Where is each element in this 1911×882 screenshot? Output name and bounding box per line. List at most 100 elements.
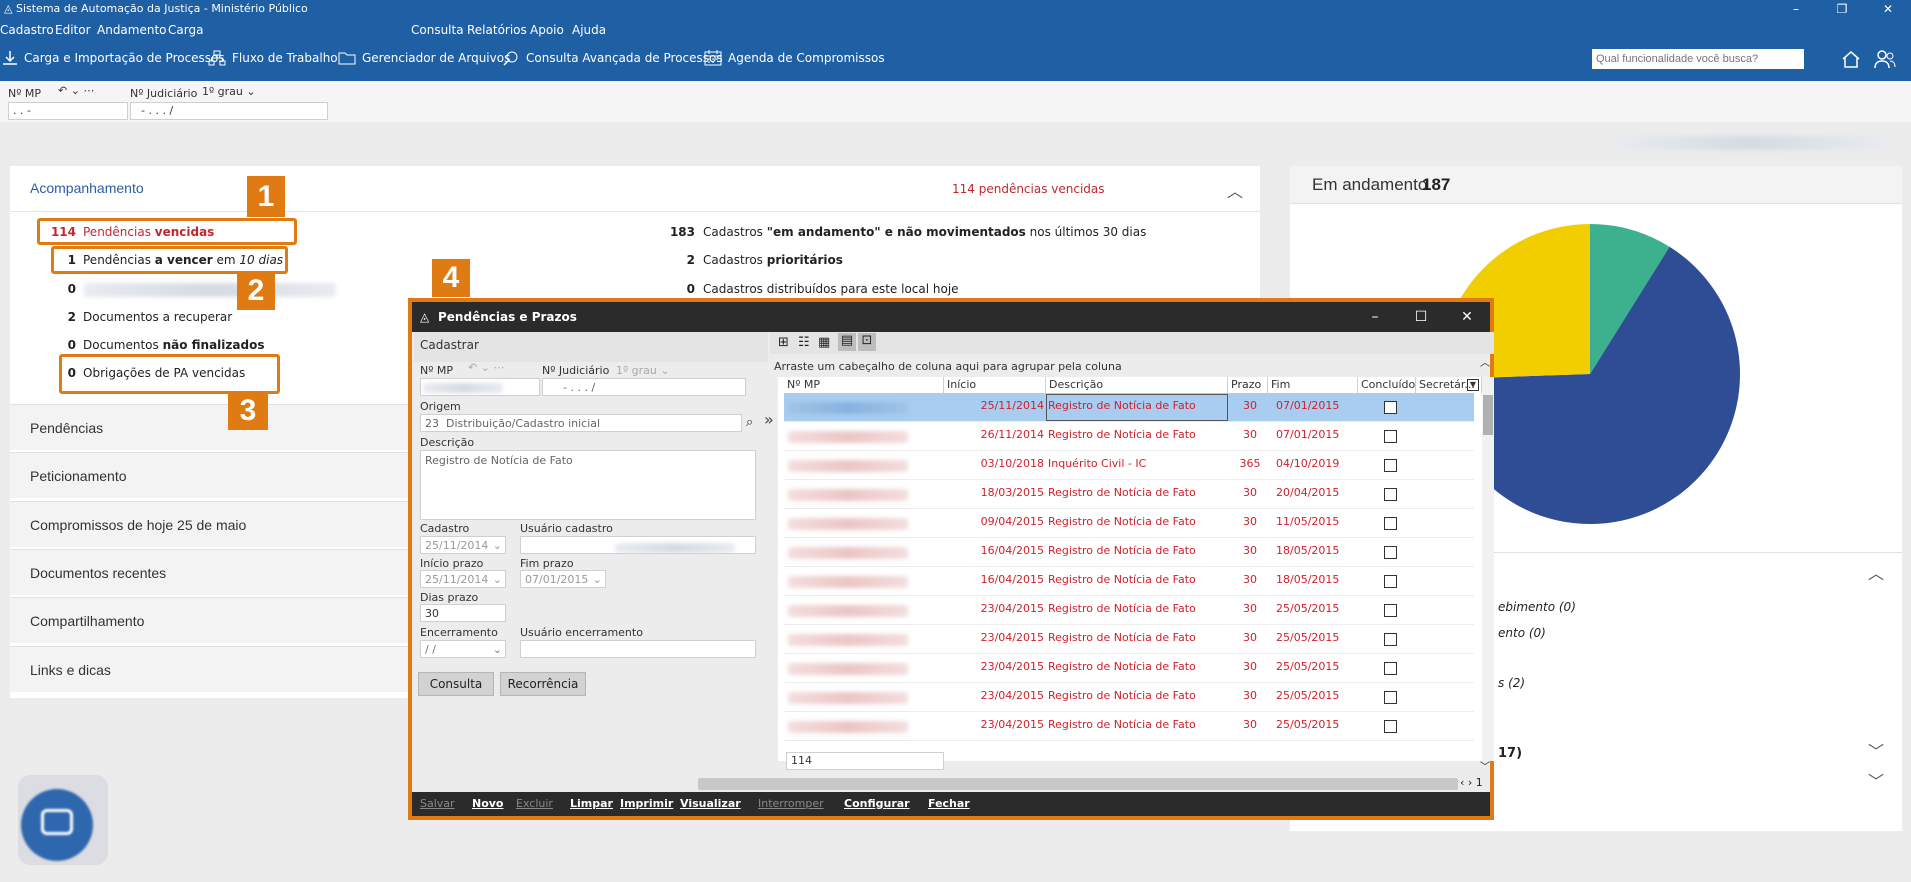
recorrencia-button[interactable]: Recorrência: [500, 672, 586, 696]
close-icon[interactable]: ✕: [1444, 302, 1490, 332]
njud-input[interactable]: - . . . /: [130, 102, 328, 120]
menu-editor[interactable]: Editor: [55, 21, 91, 39]
menu-carga[interactable]: Carga: [168, 21, 203, 39]
chevron-down-icon[interactable]: ﹀: [1868, 738, 1884, 762]
vertical-scrollbar[interactable]: [1482, 377, 1494, 761]
table-row[interactable]: 03/10/2018 Inquérito Civil - IC 365 04/10/2…: [784, 451, 1474, 480]
menu-andamento[interactable]: Andamento: [97, 21, 167, 39]
column-descricao[interactable]: Descrição: [1046, 377, 1228, 393]
minimize-icon[interactable]: –: [1352, 302, 1398, 332]
feature-search-input[interactable]: [1592, 49, 1804, 69]
chevron-up-icon[interactable]: ︿: [1868, 560, 1884, 584]
cadastros-nao-movimentados-link[interactable]: Cadastros "em andamento" e não movimenta…: [703, 225, 1146, 239]
concluido-checkbox[interactable]: [1384, 720, 1397, 733]
grau-select[interactable]: 1º grau ⌄: [202, 85, 256, 98]
footer-configurar-button[interactable]: Configurar: [844, 792, 910, 816]
menu-cadastro[interactable]: Cadastro: [0, 21, 54, 39]
dias-prazo-input[interactable]: 30: [420, 604, 506, 622]
column-nmp[interactable]: Nº MP: [784, 377, 944, 393]
chat-widget[interactable]: [18, 775, 108, 865]
table-row[interactable]: 23/04/2015 Registro de Notícia de Fato 30 2…: [784, 625, 1474, 654]
footer-imprimir-button[interactable]: Imprimir: [620, 792, 673, 816]
consulta-button[interactable]: Consulta: [418, 672, 494, 696]
table-row[interactable]: 16/04/2015 Registro de Notícia de Fato 30 1…: [784, 538, 1474, 567]
gerenciador-arquivos-button[interactable]: Gerenciador de Arquivos: [338, 48, 510, 68]
footer-visualizar-button[interactable]: Visualizar: [680, 792, 741, 816]
nmp-input[interactable]: . . -: [8, 102, 128, 120]
concluido-checkbox[interactable]: [1384, 633, 1397, 646]
grid-table-icon[interactable]: ▦: [818, 335, 830, 350]
nmp-input[interactable]: [420, 378, 540, 396]
fluxo-trabalho-button[interactable]: Fluxo de Trabalho: [208, 48, 338, 68]
cadastrar-link[interactable]: Cadastrar: [420, 338, 479, 352]
grid-tree-icon[interactable]: ⊞: [778, 335, 789, 350]
concluido-checkbox[interactable]: [1384, 430, 1397, 443]
menu-consulta[interactable]: Consulta: [411, 21, 464, 39]
chevron-up-icon[interactable]: ︿: [1227, 178, 1243, 202]
restore-icon[interactable]: ❐: [1819, 0, 1865, 18]
back-arrow-icon[interactable]: ↶ ⌄ ⋯: [58, 84, 94, 97]
agenda-compromissos-button[interactable]: Agenda de Compromissos: [704, 48, 885, 68]
column-fim[interactable]: Fim: [1268, 377, 1358, 393]
table-row[interactable]: 23/04/2015 Registro de Notícia de Fato 30 2…: [784, 596, 1474, 625]
search-icon[interactable]: ⌕: [746, 415, 753, 430]
cadastro-date-input[interactable]: 25/11/2014 ⌄: [420, 536, 506, 554]
cadastros-distribuidos-link[interactable]: Cadastros distribuídos para este local h…: [703, 282, 959, 296]
encerramento-input[interactable]: / / ⌄: [420, 640, 506, 658]
grid-list-icon[interactable]: ☷: [798, 335, 810, 350]
concluido-checkbox[interactable]: [1384, 546, 1397, 559]
vencidas-summary[interactable]: 114 pendências vencidas: [952, 182, 1105, 196]
status-list-item[interactable]: s (2): [1498, 676, 1525, 690]
concluido-checkbox[interactable]: [1384, 401, 1397, 414]
table-row[interactable]: 16/04/2015 Registro de Notícia de Fato 30 1…: [784, 567, 1474, 596]
grid-fit-icon[interactable]: ⊡: [858, 333, 876, 351]
documentos-recuperar-link[interactable]: Documentos a recuperar: [83, 310, 232, 324]
back-arrow-icon[interactable]: ↶ ⌄ ⋯: [468, 361, 504, 374]
pager[interactable]: ‹ › 1: [1460, 776, 1483, 789]
inicio-prazo-input[interactable]: 25/11/2014 ⌄: [420, 570, 506, 588]
scroll-thumb[interactable]: [1483, 395, 1493, 435]
concluido-checkbox[interactable]: [1384, 691, 1397, 704]
concluido-checkbox[interactable]: [1384, 517, 1397, 530]
table-row[interactable]: 18/03/2015 Registro de Notícia de Fato 30 2…: [784, 480, 1474, 509]
column-chooser-icon[interactable]: ▼: [1467, 379, 1479, 391]
scroll-down-icon[interactable]: ﹀: [1480, 758, 1490, 773]
minimize-icon[interactable]: –: [1773, 0, 1819, 18]
column-prazo[interactable]: Prazo: [1228, 377, 1268, 393]
concluido-checkbox[interactable]: [1384, 662, 1397, 675]
column-concluido[interactable]: Concluído: [1358, 377, 1416, 393]
status-list-item[interactable]: 17): [1498, 746, 1522, 761]
documentos-nao-finalizados-link[interactable]: Documentos não finalizados: [83, 338, 264, 352]
table-row[interactable]: 23/04/2015 Registro de Notícia de Fato 30 2…: [784, 712, 1474, 741]
column-secretaria[interactable]: Secretár... ▼: [1416, 377, 1482, 393]
footer-fechar-button[interactable]: Fechar: [928, 792, 970, 816]
grid-view-icon[interactable]: ▤: [838, 333, 856, 351]
home-icon[interactable]: [1841, 49, 1861, 69]
scroll-up-icon[interactable]: ︿: [1480, 354, 1490, 369]
carga-importacao-button[interactable]: Carga e Importação de Processos: [2, 48, 225, 68]
chevron-down-icon[interactable]: ﹀: [1868, 768, 1884, 792]
maximize-icon[interactable]: ☐: [1398, 302, 1444, 332]
footer-limpar-button[interactable]: Limpar: [570, 792, 613, 816]
table-row[interactable]: 09/04/2015 Registro de Notícia de Fato 30 1…: [784, 509, 1474, 538]
table-row[interactable]: 23/04/2015 Registro de Notícia de Fato 30 2…: [784, 654, 1474, 683]
fim-prazo-input[interactable]: 07/01/2015 ⌄: [520, 570, 606, 588]
acompanhamento-header[interactable]: Acompanhamento 114 pendências vencidas ︿: [10, 166, 1260, 212]
consulta-avancada-button[interactable]: Consulta Avançada de Processos: [502, 48, 723, 68]
concluido-checkbox[interactable]: [1384, 604, 1397, 617]
cadastros-prioritarios-link[interactable]: Cadastros prioritários: [703, 253, 843, 267]
status-list-item[interactable]: ebimento (0): [1498, 600, 1576, 614]
users-icon[interactable]: [1874, 49, 1896, 69]
menu-apoio[interactable]: Apoio: [530, 21, 564, 39]
table-row[interactable]: 26/11/2014 Registro de Notícia de Fato 30 0…: [784, 422, 1474, 451]
descricao-textarea[interactable]: Registro de Notícia de Fato: [420, 450, 756, 520]
origem-input[interactable]: 23 Distribuição/Cadastro inicial: [420, 414, 742, 432]
concluido-checkbox[interactable]: [1384, 575, 1397, 588]
collapse-panel-icon[interactable]: »: [764, 410, 774, 429]
menu-relatorios[interactable]: Relatórios: [467, 21, 527, 39]
table-row[interactable]: 23/04/2015 Registro de Notícia de Fato 30 2…: [784, 683, 1474, 712]
column-inicio[interactable]: Início: [944, 377, 1046, 393]
close-icon[interactable]: ✕: [1865, 0, 1911, 18]
table-row[interactable]: 25/11/2014 Registro de Notícia de Fato 30 0…: [784, 393, 1474, 422]
footer-novo-button[interactable]: Novo: [472, 792, 504, 816]
